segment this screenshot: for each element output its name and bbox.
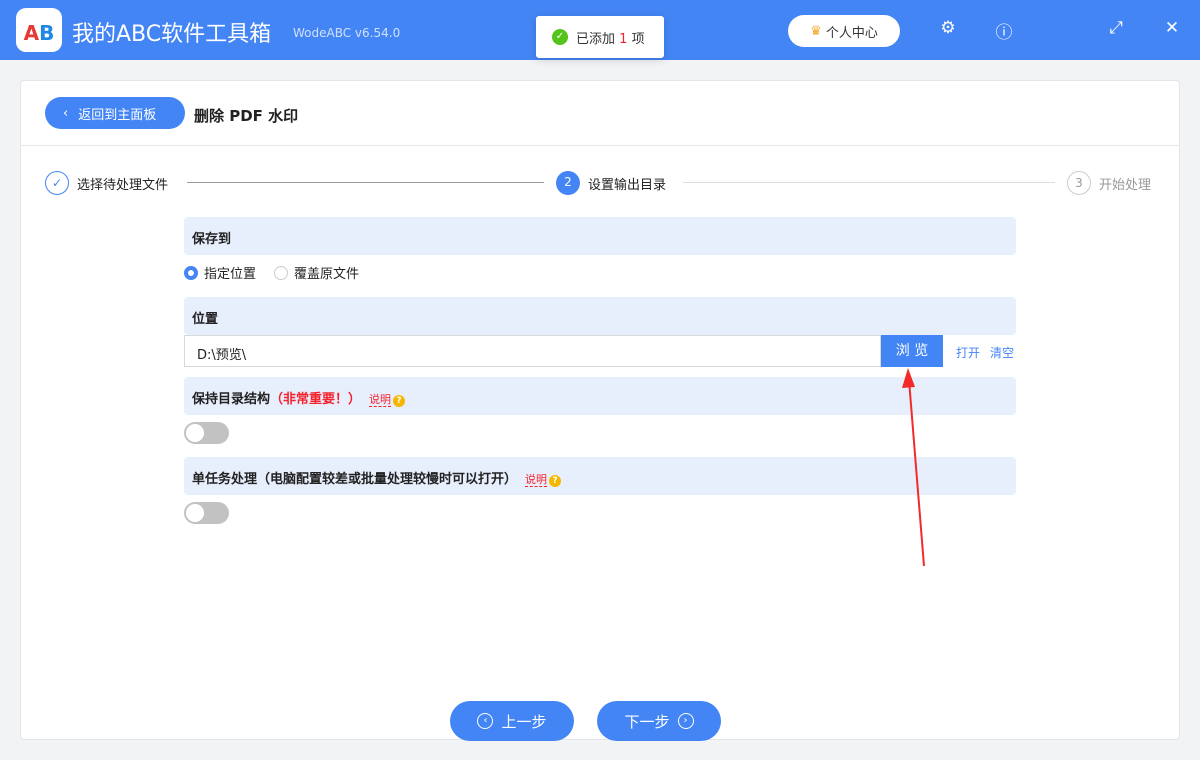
next-label: 下一步 (624, 712, 670, 731)
annotation-arrow (902, 368, 925, 566)
divider (21, 145, 1179, 146)
close-icon[interactable]: ✕ (1160, 18, 1184, 38)
step-line (683, 182, 1055, 183)
radio-unchecked-icon (274, 265, 289, 280)
browse-button[interactable]: 浏 览 (881, 335, 943, 367)
user-center-label: 个人中心 (825, 25, 878, 41)
chevron-right-circle-icon: › (677, 713, 694, 729)
toast-count: 1 (619, 31, 628, 47)
save-to-header: 保存到 (184, 217, 1016, 255)
open-link[interactable]: 打开 (956, 344, 980, 361)
location-input[interactable]: D:\预览\ (184, 335, 881, 367)
toast-suffix: 项 (631, 31, 645, 47)
keep-dir-title: 保持目录结构 (192, 392, 271, 407)
user-center-button[interactable]: ♛ 个人中心 (788, 15, 900, 47)
single-task-toggle[interactable] (184, 502, 229, 524)
crown-icon: ♛ (810, 23, 822, 39)
step-3: 3 开始处理 (1067, 171, 1151, 195)
clear-link[interactable]: 清空 (990, 344, 1014, 361)
page-title: 删除 PDF 水印 (194, 107, 299, 125)
step-label: 选择待处理文件 (77, 177, 169, 193)
app-title: 我的ABC软件工具箱 (72, 22, 272, 47)
radio-specified-location[interactable]: 指定位置 (184, 263, 256, 282)
step-2: 2 设置输出目录 (556, 171, 666, 195)
back-button[interactable]: ‹ 返回到主面板 (45, 97, 185, 129)
step-line (187, 182, 544, 183)
keep-dir-help-link[interactable]: 说明 (369, 393, 392, 407)
keep-dir-toggle[interactable] (184, 422, 229, 444)
app-logo: AB (16, 8, 62, 52)
gear-icon[interactable]: ⚙ (936, 18, 960, 38)
toast-text: 已添加 (576, 31, 616, 47)
question-icon[interactable]: ? (549, 475, 562, 487)
step-number: 3 (1067, 171, 1091, 195)
check-icon: ✓ (552, 29, 568, 45)
app-version: WodeABC v6.54.0 (293, 26, 401, 40)
step-label: 设置输出目录 (588, 177, 667, 193)
prev-label: 上一步 (501, 712, 547, 731)
single-task-title: 单任务处理（电脑配置较差或批量处理较慢时可以打开） (192, 472, 518, 487)
maximize-icon[interactable]: ⤢ (1104, 18, 1128, 38)
radio-label: 指定位置 (204, 267, 257, 282)
step-label: 开始处理 (1099, 177, 1152, 193)
prev-step-button[interactable]: ‹ 上一步 (450, 701, 574, 741)
radio-checked-icon (184, 265, 198, 280)
step-check-icon: ✓ (45, 171, 69, 195)
keep-dir-warning: （非常重要！） (270, 392, 362, 407)
radio-overwrite-original[interactable]: 覆盖原文件 (274, 263, 359, 282)
help-icon[interactable]: ⓘ (992, 18, 1016, 43)
location-header: 位置 (184, 297, 1016, 335)
step-1: ✓ 选择待处理文件 (45, 171, 168, 195)
toast-notification: ✓ 已添加 1 项 (536, 16, 664, 58)
chevron-left-circle-icon: ‹ (477, 713, 494, 729)
main-panel: ‹ 返回到主面板 删除 PDF 水印 ✓ 选择待处理文件 2 设置输出目录 3 开始处理… (20, 80, 1180, 741)
step-number: 2 (556, 171, 580, 195)
radio-label: 覆盖原文件 (294, 267, 360, 282)
chevron-left-icon: ‹ (63, 105, 69, 121)
next-step-button[interactable]: 下一步 › (597, 701, 721, 741)
single-task-help-link[interactable]: 说明 (525, 473, 548, 487)
back-label: 返回到主面板 (78, 107, 157, 123)
question-icon[interactable]: ? (393, 395, 406, 407)
